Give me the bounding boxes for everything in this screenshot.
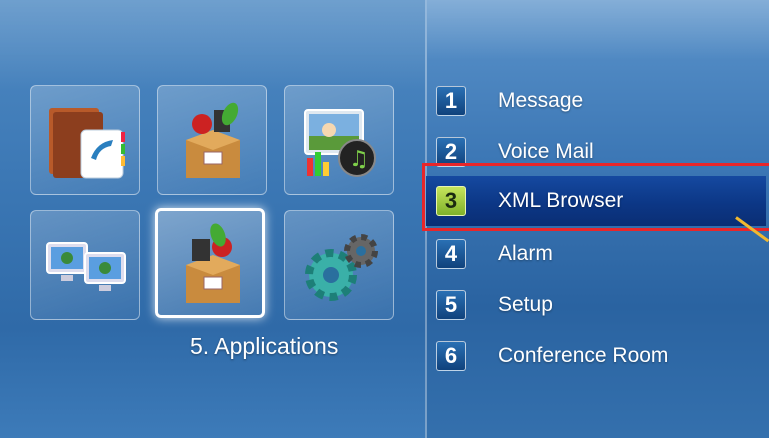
apps-box-selected-tile[interactable] xyxy=(155,208,265,318)
phonebook-tile[interactable] xyxy=(30,85,140,195)
annotation-outline xyxy=(422,163,769,231)
svg-text:♫: ♫ xyxy=(349,147,369,172)
apps-box-selected-icon xyxy=(186,223,240,303)
menu-item-label: Voice Mail xyxy=(498,140,594,163)
phone-screen: ♫ 5. Applications 1 Message 2 Voice Mail… xyxy=(0,0,769,438)
menu-number: 5 xyxy=(436,290,466,320)
apps-box-tile[interactable] xyxy=(157,85,267,195)
menu-item-alarm[interactable]: 4 Alarm xyxy=(432,235,762,279)
phonebook-icon xyxy=(49,108,125,179)
media-icon: ♫ xyxy=(304,109,376,177)
menu-item-label: Setup xyxy=(498,293,553,316)
menu-number: 4 xyxy=(436,239,466,269)
network-tile[interactable] xyxy=(30,210,140,320)
apps-box-icon xyxy=(186,102,240,178)
network-computers-icon xyxy=(46,242,126,291)
menu-number: 6 xyxy=(436,341,466,371)
menu-item-setup[interactable]: 5 Setup xyxy=(432,286,762,330)
menu-item-label: Conference Room xyxy=(498,344,669,367)
section-title: 5. Applications xyxy=(190,333,339,359)
menu-item-conference-room[interactable]: 6 Conference Room xyxy=(432,337,762,381)
media-tile[interactable]: ♫ xyxy=(284,85,394,195)
menu-number: 1 xyxy=(436,86,466,116)
menu-item-label: Message xyxy=(498,89,584,112)
menu-item-message[interactable]: 1 Message xyxy=(432,82,762,126)
settings-gears-icon xyxy=(305,234,378,301)
settings-tile[interactable] xyxy=(284,210,394,320)
menu-item-label: Alarm xyxy=(498,242,553,265)
